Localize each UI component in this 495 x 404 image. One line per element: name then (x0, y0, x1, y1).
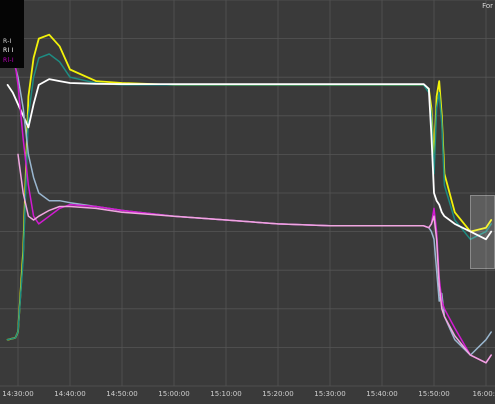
plot-area: 14:30:00 14:40:00 14:50:00 15:00:00 15:10:00… (0, 0, 495, 400)
zoom-handle[interactable] (470, 195, 495, 269)
legend-item-ri-i: RI I (3, 47, 14, 54)
series-line-yellow (8, 35, 492, 340)
x-tick-label: 15:30:00 (314, 390, 345, 398)
x-tick-label: 15:00:00 (158, 390, 189, 398)
x-tick-label: 15:50:00 (418, 390, 449, 398)
x-tick-label: 14:40:00 (54, 390, 85, 398)
corner-label: For (482, 2, 493, 10)
x-tick-label: 15:10:00 (210, 390, 241, 398)
x-tick-label: 16:00:0 (473, 390, 495, 398)
x-tick-label: 15:20:00 (262, 390, 293, 398)
series-line-magenta (8, 19, 492, 363)
series-line-pink (18, 154, 491, 362)
x-tick-label: 15:40:00 (366, 390, 397, 398)
x-tick-label: 14:50:00 (106, 390, 137, 398)
legend-item-r-i: R-I (3, 38, 12, 45)
series-line-white (8, 79, 492, 239)
x-tick-label: 14:30:00 (2, 390, 33, 398)
legend-item-rl-i: Rl-I (3, 57, 14, 64)
line-chart: 14:30:00 14:40:00 14:50:00 15:00:00 15:10:00… (0, 0, 495, 400)
series-line-teal (8, 54, 492, 340)
legend: R-I RI I Rl-I (0, 0, 24, 68)
